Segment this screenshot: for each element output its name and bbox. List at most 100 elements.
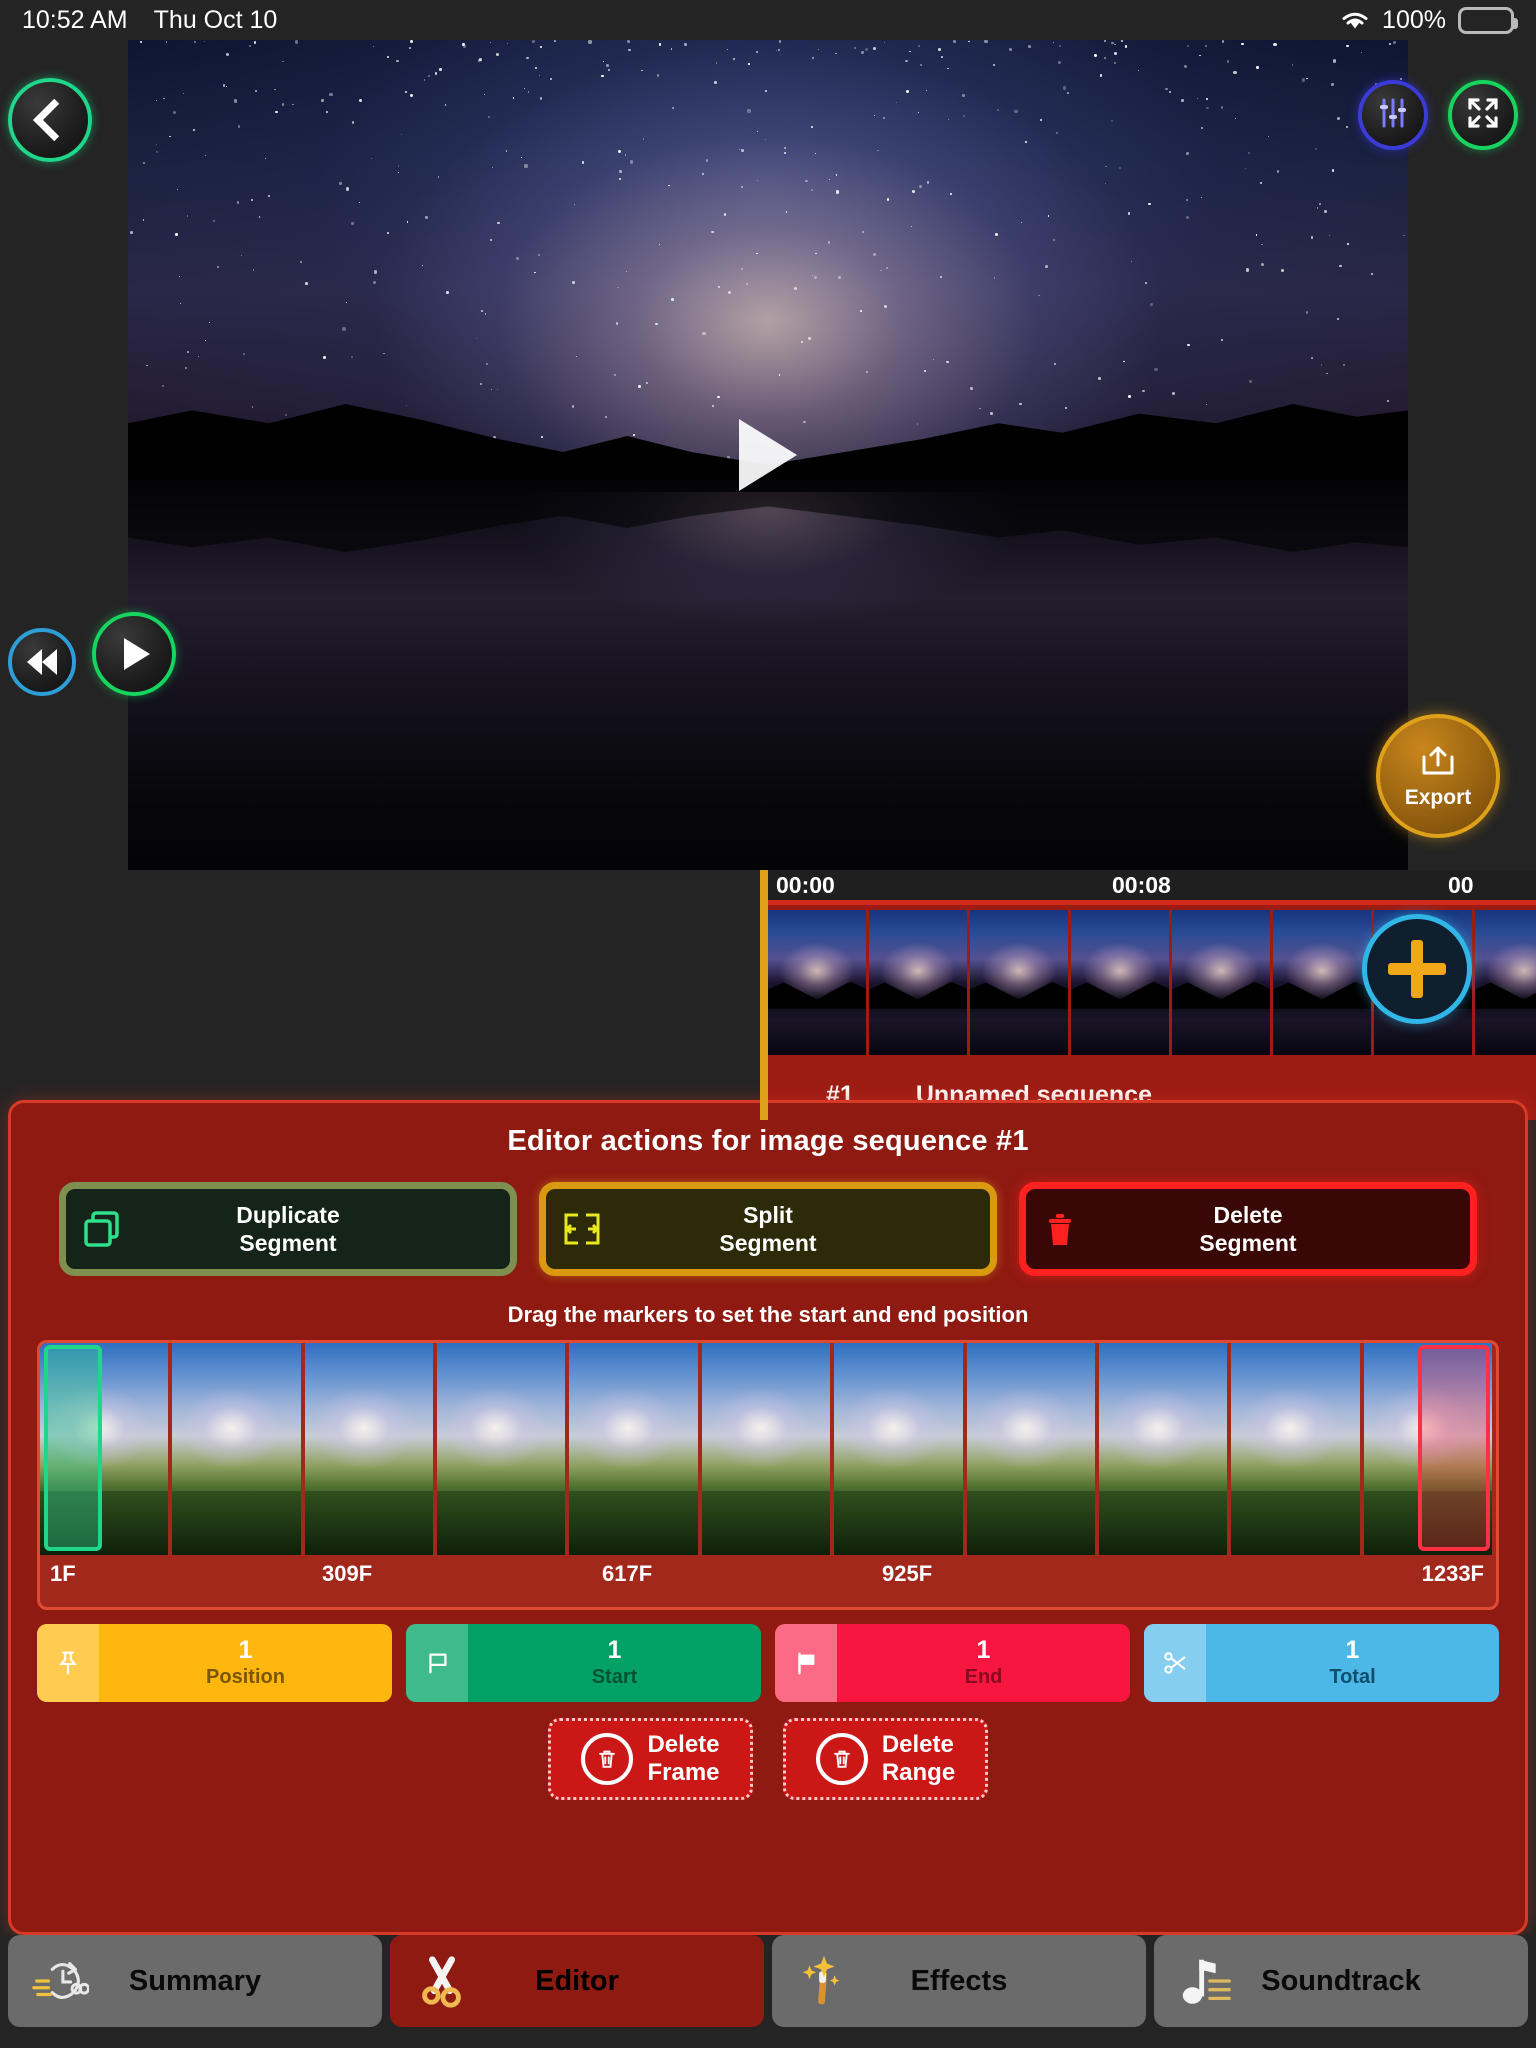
action-line2: Segment <box>1199 1230 1297 1256</box>
action-line1: Delete <box>1213 1201 1283 1228</box>
bottom-tab-bar: Summary Editor Effects Soundtrack <box>0 1935 1536 2048</box>
frame-strip[interactable]: 1F 309F 617F 925F 1233F <box>37 1340 1499 1610</box>
export-label: Export <box>1404 785 1472 809</box>
strip-thumbnail[interactable] <box>569 1343 698 1555</box>
duplicate-segment-button[interactable]: Duplicate Segment <box>59 1182 517 1276</box>
action-line2: Segment <box>719 1230 817 1256</box>
duplicate-segment-label: Duplicate Segment <box>236 1201 340 1257</box>
split-segment-button[interactable]: Split Segment <box>539 1182 997 1276</box>
tab-summary[interactable]: Summary <box>8 1935 382 2027</box>
strip-thumbnail[interactable] <box>172 1343 301 1555</box>
fullscreen-button[interactable] <box>1448 80 1518 150</box>
timeline-thumbnail <box>970 910 1068 1055</box>
delete-segment-label: Delete Segment <box>1199 1201 1296 1257</box>
timeline-thumbnail <box>1273 910 1371 1055</box>
tab-effects[interactable]: Effects <box>772 1935 1146 2027</box>
equalizer-button[interactable] <box>1358 80 1428 150</box>
delete-line1: Delete <box>647 1730 720 1758</box>
strip-thumbnail[interactable] <box>304 1343 434 1555</box>
frame-strip-images <box>40 1343 1496 1555</box>
delete-frame-buttons: Delete Frame Delete Range <box>11 1718 1525 1800</box>
end-chip[interactable]: 1 End <box>775 1624 1130 1702</box>
wifi-icon <box>1340 9 1370 31</box>
pin-icon <box>37 1624 99 1702</box>
frame-label: 925F <box>882 1561 933 1586</box>
editor-panel-title: Editor actions for image sequence #1 <box>507 1125 1029 1157</box>
status-time: 10:52 AM <box>22 5 128 34</box>
timeline-thumbnail <box>869 910 967 1055</box>
start-chip-body: 1 Start <box>468 1624 761 1702</box>
delete-line2: Frame <box>647 1759 720 1786</box>
end-label: End <box>964 1665 1003 1688</box>
frame-number-labels: 1F 309F 617F 925F 1233F <box>40 1561 1496 1601</box>
add-sequence-button[interactable] <box>1362 914 1472 1024</box>
total-chip[interactable]: 1 Total <box>1144 1624 1499 1702</box>
delete-segment-button[interactable]: Delete Segment <box>1019 1182 1477 1276</box>
timer-history-icon <box>22 1943 98 2019</box>
editor-action-buttons: Duplicate Segment Split Segment Delete S… <box>11 1182 1525 1276</box>
start-chip[interactable]: 1 Start <box>406 1624 761 1702</box>
delete-frame-button[interactable]: Delete Frame <box>548 1718 753 1800</box>
scissors-icon <box>404 1943 480 2019</box>
marker-hint-text: Drag the markers to set the start and en… <box>507 1302 1029 1327</box>
end-chip-body: 1 End <box>837 1624 1130 1702</box>
frame-stat-chips: 1 Position 1 Start 1 End 1 Total <box>11 1624 1525 1702</box>
position-chip-body: 1 Position <box>99 1624 392 1702</box>
equalizer-sliders-icon <box>1376 96 1410 135</box>
strip-thumbnail[interactable] <box>437 1343 566 1555</box>
export-share-icon <box>1418 743 1458 782</box>
timeline-ruler: 00:00 00:08 00 <box>760 870 1536 900</box>
end-value: 1 <box>976 1636 991 1665</box>
magic-wand-icon <box>786 1943 862 2019</box>
end-marker-handle[interactable] <box>1418 1345 1490 1551</box>
timeline-thumbnail <box>1475 910 1536 1055</box>
video-preview[interactable] <box>128 40 1408 870</box>
music-note-icon <box>1168 1943 1244 2019</box>
tab-soundtrack[interactable]: Soundtrack <box>1154 1935 1528 2027</box>
delete-range-label: Delete Range <box>882 1731 955 1788</box>
frame-label: 309F <box>322 1561 373 1586</box>
timeline[interactable]: 00:00 00:08 00 #1 Unnamed sequence <box>0 870 1536 1120</box>
start-value: 1 <box>607 1636 622 1665</box>
play-overlay-icon[interactable] <box>739 419 797 491</box>
action-line2: Segment <box>239 1230 337 1256</box>
export-button[interactable]: Export <box>1376 714 1500 838</box>
delete-range-button[interactable]: Delete Range <box>783 1718 988 1800</box>
timeline-playhead[interactable] <box>760 870 768 1120</box>
status-date: Thu Oct 10 <box>153 5 278 34</box>
timeline-track[interactable]: 00:00 00:08 00 #1 Unnamed sequence <box>760 870 1536 1120</box>
split-arrows-icon <box>560 1207 604 1251</box>
strip-thumbnail[interactable] <box>1098 1343 1228 1555</box>
back-button[interactable] <box>8 78 92 162</box>
editor-panel: Editor actions for image sequence #1 Dup… <box>8 1100 1528 1935</box>
battery-percent: 100% <box>1382 5 1446 34</box>
timecode-label: 00:08 <box>1112 872 1171 898</box>
timeline-thumbnail <box>768 910 866 1055</box>
tab-editor[interactable]: Editor <box>390 1935 764 2027</box>
status-right-group: 100% <box>1340 5 1518 35</box>
timeline-thumbnail <box>1172 910 1270 1055</box>
play-button[interactable] <box>92 612 176 696</box>
position-chip[interactable]: 1 Position <box>37 1624 392 1702</box>
status-bar: 10:52 AM Thu Oct 10 100% <box>0 0 1536 40</box>
battery-icon <box>1458 6 1518 34</box>
start-marker-handle[interactable] <box>44 1345 102 1551</box>
rewind-button[interactable] <box>8 628 76 696</box>
rewind-icon <box>27 649 57 675</box>
delete-frame-label: Delete Frame <box>647 1731 719 1788</box>
total-value: 1 <box>1345 1636 1360 1665</box>
total-label: Total <box>1329 1665 1376 1688</box>
strip-thumbnail[interactable] <box>701 1343 831 1555</box>
strip-thumbnail[interactable] <box>966 1343 1095 1555</box>
trash-circle-icon <box>581 1733 634 1785</box>
scissors-icon <box>1144 1624 1206 1702</box>
video-stage: Export <box>0 40 1536 870</box>
timecode-label: 00 <box>1448 872 1474 898</box>
strip-thumbnail[interactable] <box>834 1343 963 1555</box>
strip-thumbnail[interactable] <box>1231 1343 1360 1555</box>
start-label: Start <box>591 1665 638 1688</box>
position-value: 1 <box>238 1636 253 1665</box>
split-segment-label: Split Segment <box>719 1201 816 1257</box>
trash-icon <box>1040 1207 1084 1251</box>
frame-label: 1F <box>50 1561 76 1586</box>
